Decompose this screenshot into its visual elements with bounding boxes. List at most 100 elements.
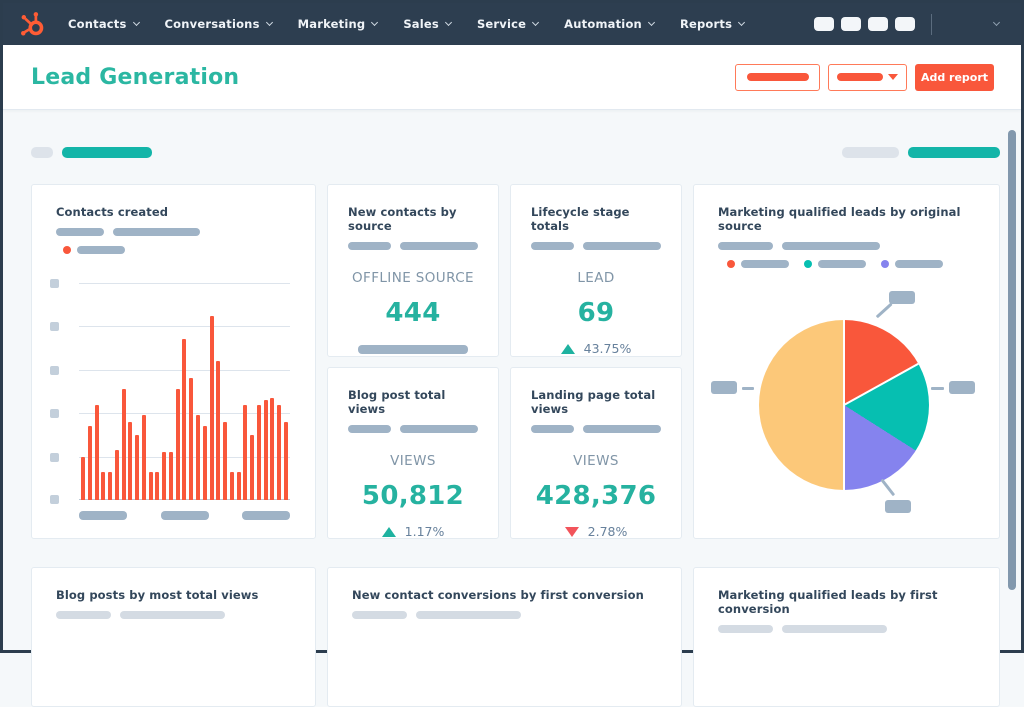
redacted-text-bar — [56, 611, 111, 619]
cards-row-2: Blog posts by most total views New conta… — [31, 567, 1000, 707]
pie-callout-line — [875, 302, 893, 318]
card-blog-posts-most-views: Blog posts by most total views — [31, 567, 316, 707]
legend-item[interactable] — [727, 260, 789, 268]
bar — [277, 404, 282, 500]
nav-label: Contacts — [68, 17, 127, 31]
redacted-text-bar — [531, 242, 574, 250]
redacted-text-bar — [56, 228, 104, 236]
redacted-text-bar — [113, 228, 200, 236]
bar — [283, 421, 288, 500]
navbar-divider — [931, 13, 932, 35]
chevron-down-icon — [992, 18, 1001, 27]
nav-item-contacts[interactable]: Contacts — [68, 17, 140, 31]
card-mql-by-original-source: Marketing qualified leads by original so… — [693, 184, 1000, 539]
filter-placeholder[interactable] — [31, 147, 53, 158]
redacted-text-bar — [399, 425, 478, 433]
metric-delta: 1.17% — [328, 524, 498, 539]
bar — [202, 426, 207, 500]
bar — [182, 339, 187, 500]
toolbar-icon-placeholder-3[interactable] — [868, 17, 888, 31]
legend-dot-icon — [727, 260, 735, 268]
vertical-scrollbar-thumb[interactable] — [1008, 130, 1016, 590]
metric-label: OFFLINE SOURCE — [352, 270, 474, 286]
page-title: Lead Generation — [31, 64, 240, 90]
bar — [114, 450, 119, 500]
bar — [223, 421, 228, 500]
legend-item[interactable] — [804, 260, 866, 268]
toolbar-icon-placeholder-2[interactable] — [841, 17, 861, 31]
redacted-text-bar — [348, 242, 391, 250]
card-subtitle-placeholders — [348, 425, 478, 433]
header-actions: Add report — [735, 63, 994, 91]
dashboard-main: Contacts created New contacts by source … — [3, 110, 1021, 707]
bar — [216, 361, 221, 500]
filter-placeholder-active[interactable] — [908, 147, 1000, 158]
bar — [108, 471, 113, 500]
trend-up-icon — [381, 526, 396, 537]
legend-item[interactable] — [881, 260, 943, 268]
hubspot-sprocket-logo-icon[interactable] — [19, 11, 46, 38]
legend-item[interactable] — [63, 246, 125, 254]
bar — [128, 421, 133, 500]
redacted-text-bar — [718, 242, 773, 250]
card-title: Blog post total views — [348, 388, 446, 416]
bar-chart-bars — [81, 283, 288, 500]
filter-row — [3, 147, 1021, 158]
cards-row-1: Contacts created New contacts by source … — [31, 184, 1000, 539]
add-report-button[interactable]: Add report — [915, 63, 994, 91]
card-mql-by-first-conversion: Marketing qualified leads by first conve… — [693, 567, 1000, 707]
metric-value: 444 — [385, 298, 441, 328]
card-title: Contacts created — [56, 205, 169, 219]
chevron-down-icon — [647, 18, 655, 27]
pie-callout-label-placeholder — [885, 500, 911, 513]
redacted-text-bar — [416, 611, 521, 619]
pie-callout-label-placeholder — [949, 381, 975, 394]
nav-label: Reports — [679, 17, 733, 31]
nav-item-service[interactable]: Service — [477, 17, 540, 31]
bar — [236, 471, 241, 500]
toolbar-icon-placeholder-1[interactable] — [814, 17, 834, 31]
pie-callout-line — [931, 387, 944, 390]
bar — [256, 404, 261, 500]
delta-value: 2.78% — [587, 524, 628, 539]
filter-placeholder[interactable] — [842, 147, 899, 158]
bar — [263, 400, 268, 500]
x-tick-placeholder — [242, 511, 290, 520]
redacted-legend-label — [818, 260, 866, 268]
redacted-text-bar — [348, 425, 391, 433]
filter-placeholder-active[interactable] — [62, 147, 152, 158]
metric-delta: 43.75% — [511, 341, 681, 356]
account-menu[interactable] — [987, 18, 1001, 27]
bar — [101, 471, 106, 500]
card-title: Marketing qualified leads by first conve… — [718, 588, 938, 616]
chevron-down-icon — [132, 18, 140, 27]
metric-label: VIEWS — [390, 453, 436, 469]
x-axis-labels — [79, 511, 290, 520]
card-subtitle-placeholders — [718, 625, 975, 633]
chevron-down-icon — [371, 18, 379, 27]
card-landing-page-total-views: Landing page total views VIEWS 428,376 2… — [510, 367, 682, 539]
nav-item-automation[interactable]: Automation — [564, 17, 655, 31]
y-tick-placeholder — [50, 495, 59, 504]
x-tick-placeholder — [79, 511, 127, 520]
dashboard-action-dropdown[interactable] — [828, 63, 907, 91]
bar — [250, 434, 255, 500]
nav-label: Automation — [564, 17, 642, 31]
card-subtitle-placeholders — [348, 242, 478, 250]
card-title: Blog posts by most total views — [56, 588, 259, 602]
nav-item-reports[interactable]: Reports — [679, 17, 746, 31]
nav-menu: Contacts Conversations Marketing Sales S… — [68, 17, 746, 31]
nav-item-marketing[interactable]: Marketing — [298, 17, 379, 31]
redacted-text-bar — [358, 345, 468, 354]
dashboard-action-button-1[interactable] — [735, 63, 820, 91]
redacted-text-bar — [582, 425, 661, 433]
pie-callout-line — [742, 387, 754, 390]
card-new-contacts-by-source: New contacts by source OFFLINE SOURCE 44… — [327, 184, 499, 357]
bar — [229, 471, 234, 500]
toolbar-icon-placeholder-4[interactable] — [895, 17, 915, 31]
bar — [141, 415, 146, 500]
nav-item-sales[interactable]: Sales — [403, 17, 452, 31]
chevron-down-icon — [444, 18, 452, 27]
card-contacts-created: Contacts created — [31, 184, 316, 539]
nav-item-conversations[interactable]: Conversations — [165, 17, 273, 31]
